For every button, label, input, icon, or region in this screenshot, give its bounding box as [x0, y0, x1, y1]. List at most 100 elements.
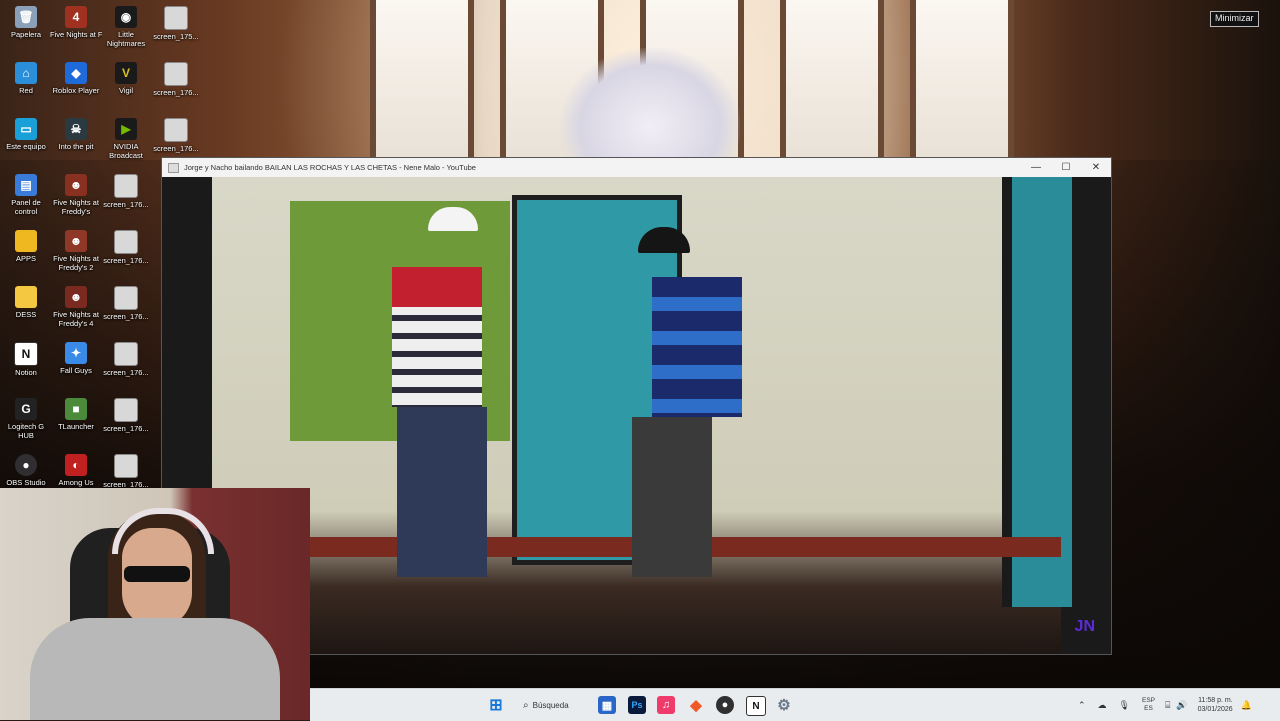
desktop-icon-fall-guys[interactable]: ✦ Fall Guys — [50, 342, 102, 375]
wallpaper-window-pane — [370, 0, 474, 160]
desktop-icon-fnaf-4[interactable]: ☻ Five Nights at Freddy's 4 — [50, 286, 102, 328]
system-tray: ⌃ ☁ 🎙 ESP ES ⌸ 🔊 11:58 p. m. 03/01/2026 … — [1078, 689, 1252, 721]
desktop-icon-fnaf-2b[interactable]: ☻ Five Nights at Freddy's 2 — [50, 230, 102, 272]
vigil-icon: V — [115, 62, 137, 84]
desktop-icon-label: DESS — [15, 310, 37, 319]
desktop-icon-nvidia-broadcast[interactable]: ▶ NVIDIA Broadcast — [100, 118, 152, 160]
desktop-icon-label: Red — [19, 86, 33, 95]
window-close-button[interactable]: ✕ — [1081, 158, 1111, 177]
desktop-icon-label: Little Nightmares — [106, 30, 146, 48]
fall-guys-icon: ✦ — [65, 342, 87, 364]
desktop-icon-screenshot[interactable]: screen_176... — [150, 62, 202, 97]
desktop-icon-fnaf-2[interactable]: 4 Five Nights at Freddy's 2 — [50, 6, 102, 39]
desktop-icon-label: Among Us — [58, 478, 94, 487]
video-frame — [212, 177, 1072, 654]
minimize-button[interactable]: Minimizar — [1210, 11, 1259, 27]
desktop-icon-vigil[interactable]: V Vigil — [100, 62, 152, 95]
notion-icon: N — [14, 342, 38, 366]
desktop-icon-label: Panel de control — [11, 198, 41, 216]
network-icon[interactable]: ⌸ — [1165, 700, 1170, 711]
dancer-left-jeans — [397, 407, 487, 577]
webcam-headset — [112, 508, 214, 554]
desktop-icon-screenshot[interactable]: screen_176... — [100, 454, 152, 489]
logitech-icon: G — [15, 398, 37, 420]
keyboard-layout: ES — [1144, 705, 1153, 712]
wallpaper-window-pane — [910, 0, 1014, 160]
desktop-icon-control-panel[interactable]: ▤ Panel de control — [0, 174, 52, 216]
desktop-icon-among-us[interactable]: ◐ Among Us — [50, 454, 102, 487]
desktop-icon-this-pc[interactable]: ▭ Este equipo — [0, 118, 52, 151]
screenshot-icon — [114, 454, 138, 478]
desktop-icon-label: APPS — [15, 254, 36, 263]
taskbar: ⊞ ⌕ Búsqueda ▦ Ps ♫ ◆ ● N ⚙ ⌃ ☁ 🎙 ESP ES… — [310, 688, 1280, 721]
window-titlebar[interactable]: Jorge y Nacho bailando BAILAN LAS ROCHAS… — [162, 158, 1111, 177]
channel-logo: JN — [1074, 618, 1095, 635]
notification-bell-icon[interactable]: 🔔 — [1241, 700, 1252, 711]
desktop-icon-screenshot[interactable]: screen_176... — [100, 342, 152, 377]
screenshot-icon — [114, 286, 138, 310]
chevron-up-icon[interactable]: ⌃ — [1078, 700, 1086, 711]
itunes-icon[interactable]: ♫ — [657, 696, 675, 714]
window-maximize-button[interactable]: ☐ — [1051, 158, 1081, 177]
desktop-icon-label: NVIDIA Broadcast — [109, 142, 143, 160]
game-icon: ☻ — [65, 286, 87, 308]
desktop-icon-screenshot[interactable]: screen_176... — [100, 398, 152, 433]
desktop-icon-logitech[interactable]: G Logitech G HUB — [0, 398, 52, 440]
eye-icon: ◉ — [115, 6, 137, 28]
desktop-icon-screenshot[interactable]: screen_176... — [100, 230, 152, 265]
obs-icon: ● — [15, 454, 37, 476]
desktop-icon-screenshot[interactable]: screen_176... — [100, 286, 152, 321]
desktop-icon-notion[interactable]: N Notion — [0, 342, 52, 377]
desktop-icon-label: screen_176... — [153, 88, 199, 97]
recycle-bin-icon: 🗑 — [15, 6, 37, 28]
file-explorer-icon[interactable]: ▦ — [598, 696, 616, 714]
volume-icon[interactable]: 🔊 — [1176, 700, 1187, 711]
desktop-icon-label: OBS Studio — [6, 478, 46, 487]
desktop-icon-label: Five Nights at Freddy's — [53, 198, 99, 216]
desktop-icon-label: Vigil — [118, 86, 134, 95]
clock-date: 03/01/2026 — [1197, 706, 1233, 713]
clock[interactable]: 11:58 p. m. 03/01/2026 — [1198, 696, 1233, 714]
screenshot-icon — [164, 118, 188, 142]
desktop-icon-label: Five Nights at Freddy's 4 — [53, 310, 99, 328]
screenshot-icon — [164, 62, 188, 86]
window-minimize-button[interactable]: — — [1021, 158, 1051, 177]
desktop-icon-fnaf[interactable]: ☻ Five Nights at Freddy's — [50, 174, 102, 216]
desktop-icon-into-the-pit[interactable]: ☠ Into the pit — [50, 118, 102, 151]
taskbar-search[interactable]: ⌕ Búsqueda — [523, 695, 591, 715]
desktop-icon-label: screen_175... — [153, 32, 199, 41]
window-title: Jorge y Nacho bailando BAILAN LAS ROCHAS… — [184, 163, 476, 172]
photoshop-icon[interactable]: Ps — [628, 696, 646, 714]
language-indicator[interactable]: ESP ES — [1142, 697, 1155, 713]
computer-icon: ▭ — [15, 118, 37, 140]
desktop-icon-label: Este equipo — [6, 142, 46, 151]
obs-icon[interactable]: ● — [716, 696, 734, 714]
desktop-icon-dess[interactable]: DESS — [0, 286, 52, 319]
dancer-right-shirt — [652, 277, 742, 417]
onedrive-icon[interactable]: ☁ — [1098, 700, 1107, 711]
notion-icon[interactable]: N — [746, 696, 766, 716]
desktop-icon-screenshot[interactable]: screen_175... — [150, 6, 202, 41]
desktop-icon-label: Papelera — [10, 30, 42, 39]
desktop-icon-label: Notion — [15, 368, 37, 377]
desktop-icon-label: screen_176... — [103, 312, 149, 321]
settings-icon[interactable]: ⚙ — [775, 696, 793, 714]
desktop-icon-roblox[interactable]: ◆ Roblox Player — [50, 62, 102, 95]
desktop-icon-screenshot[interactable]: screen_176... — [150, 118, 202, 153]
brave-icon[interactable]: ◆ — [687, 696, 705, 714]
roblox-icon: ◆ — [65, 62, 87, 84]
desktop-icon-screenshot[interactable]: screen_176... — [100, 174, 152, 209]
screenshot-icon — [164, 6, 188, 30]
screenshot-icon — [114, 174, 138, 198]
desktop-icon-tlauncher[interactable]: ■ TLauncher — [50, 398, 102, 431]
desktop-icon-recycle-bin[interactable]: 🗑 Papelera — [0, 6, 52, 39]
desktop-icon-apps[interactable]: APPS — [0, 230, 52, 263]
desktop-icon-label: screen_176... — [103, 368, 149, 377]
microphone-icon[interactable]: 🎙 — [1119, 700, 1130, 711]
windows-start-icon[interactable]: ⊞ — [487, 696, 505, 714]
desktop-icon-network[interactable]: ⌂ Red — [0, 62, 52, 95]
desktop-icon-label: Five Nights at Freddy's 2 — [53, 254, 99, 272]
desktop-icon-obs[interactable]: ● OBS Studio — [0, 454, 52, 487]
folder-icon — [15, 230, 37, 252]
desktop-icon-little-nightmares[interactable]: ◉ Little Nightmares — [100, 6, 152, 48]
